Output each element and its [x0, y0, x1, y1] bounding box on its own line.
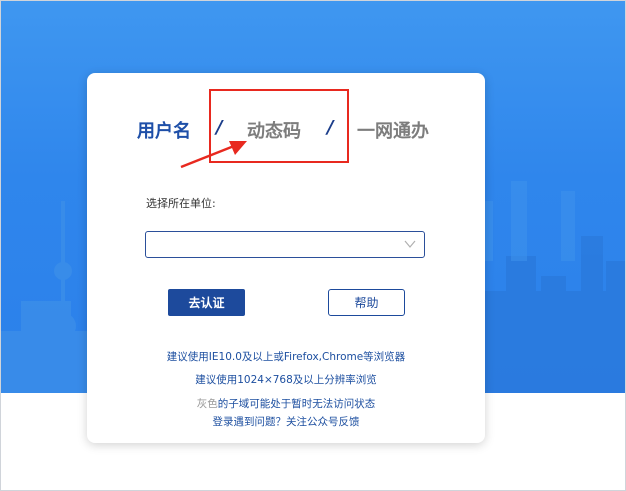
login-card: 用户名 / 动态码 / 一网通办 选择所在单位: 去认证 帮助 建议使用IE10… — [87, 73, 485, 443]
browser-recommendation: 建议使用IE10.0及以上或Firefox,Chrome等浏览器 — [166, 351, 406, 363]
status-note-text: 的子域可能处于暂时无法访问状态 — [217, 398, 376, 410]
help-button[interactable]: 帮助 — [328, 289, 405, 316]
subdomain-status-note: 灰色的子域可能处于暂时无法访问状态 — [87, 396, 485, 411]
gray-word: 灰色 — [196, 398, 218, 410]
feedback-link[interactable]: 登录遇到问题？关注公众号反馈 — [87, 414, 485, 429]
resolution-recommendation: 建议使用1024×768及以上分辨率浏览 — [195, 374, 377, 386]
authenticate-button[interactable]: 去认证 — [168, 289, 245, 316]
annotation-arrow-icon — [180, 141, 247, 169]
tab-one-network[interactable]: 一网通办 — [357, 117, 429, 143]
chevron-down-icon — [404, 240, 416, 248]
unit-select-label: 选择所在单位: — [146, 197, 216, 210]
page-frame: 用户名 / 动态码 / 一网通办 选择所在单位: 去认证 帮助 建议使用IE10… — [0, 0, 626, 491]
unit-select[interactable] — [145, 231, 425, 258]
